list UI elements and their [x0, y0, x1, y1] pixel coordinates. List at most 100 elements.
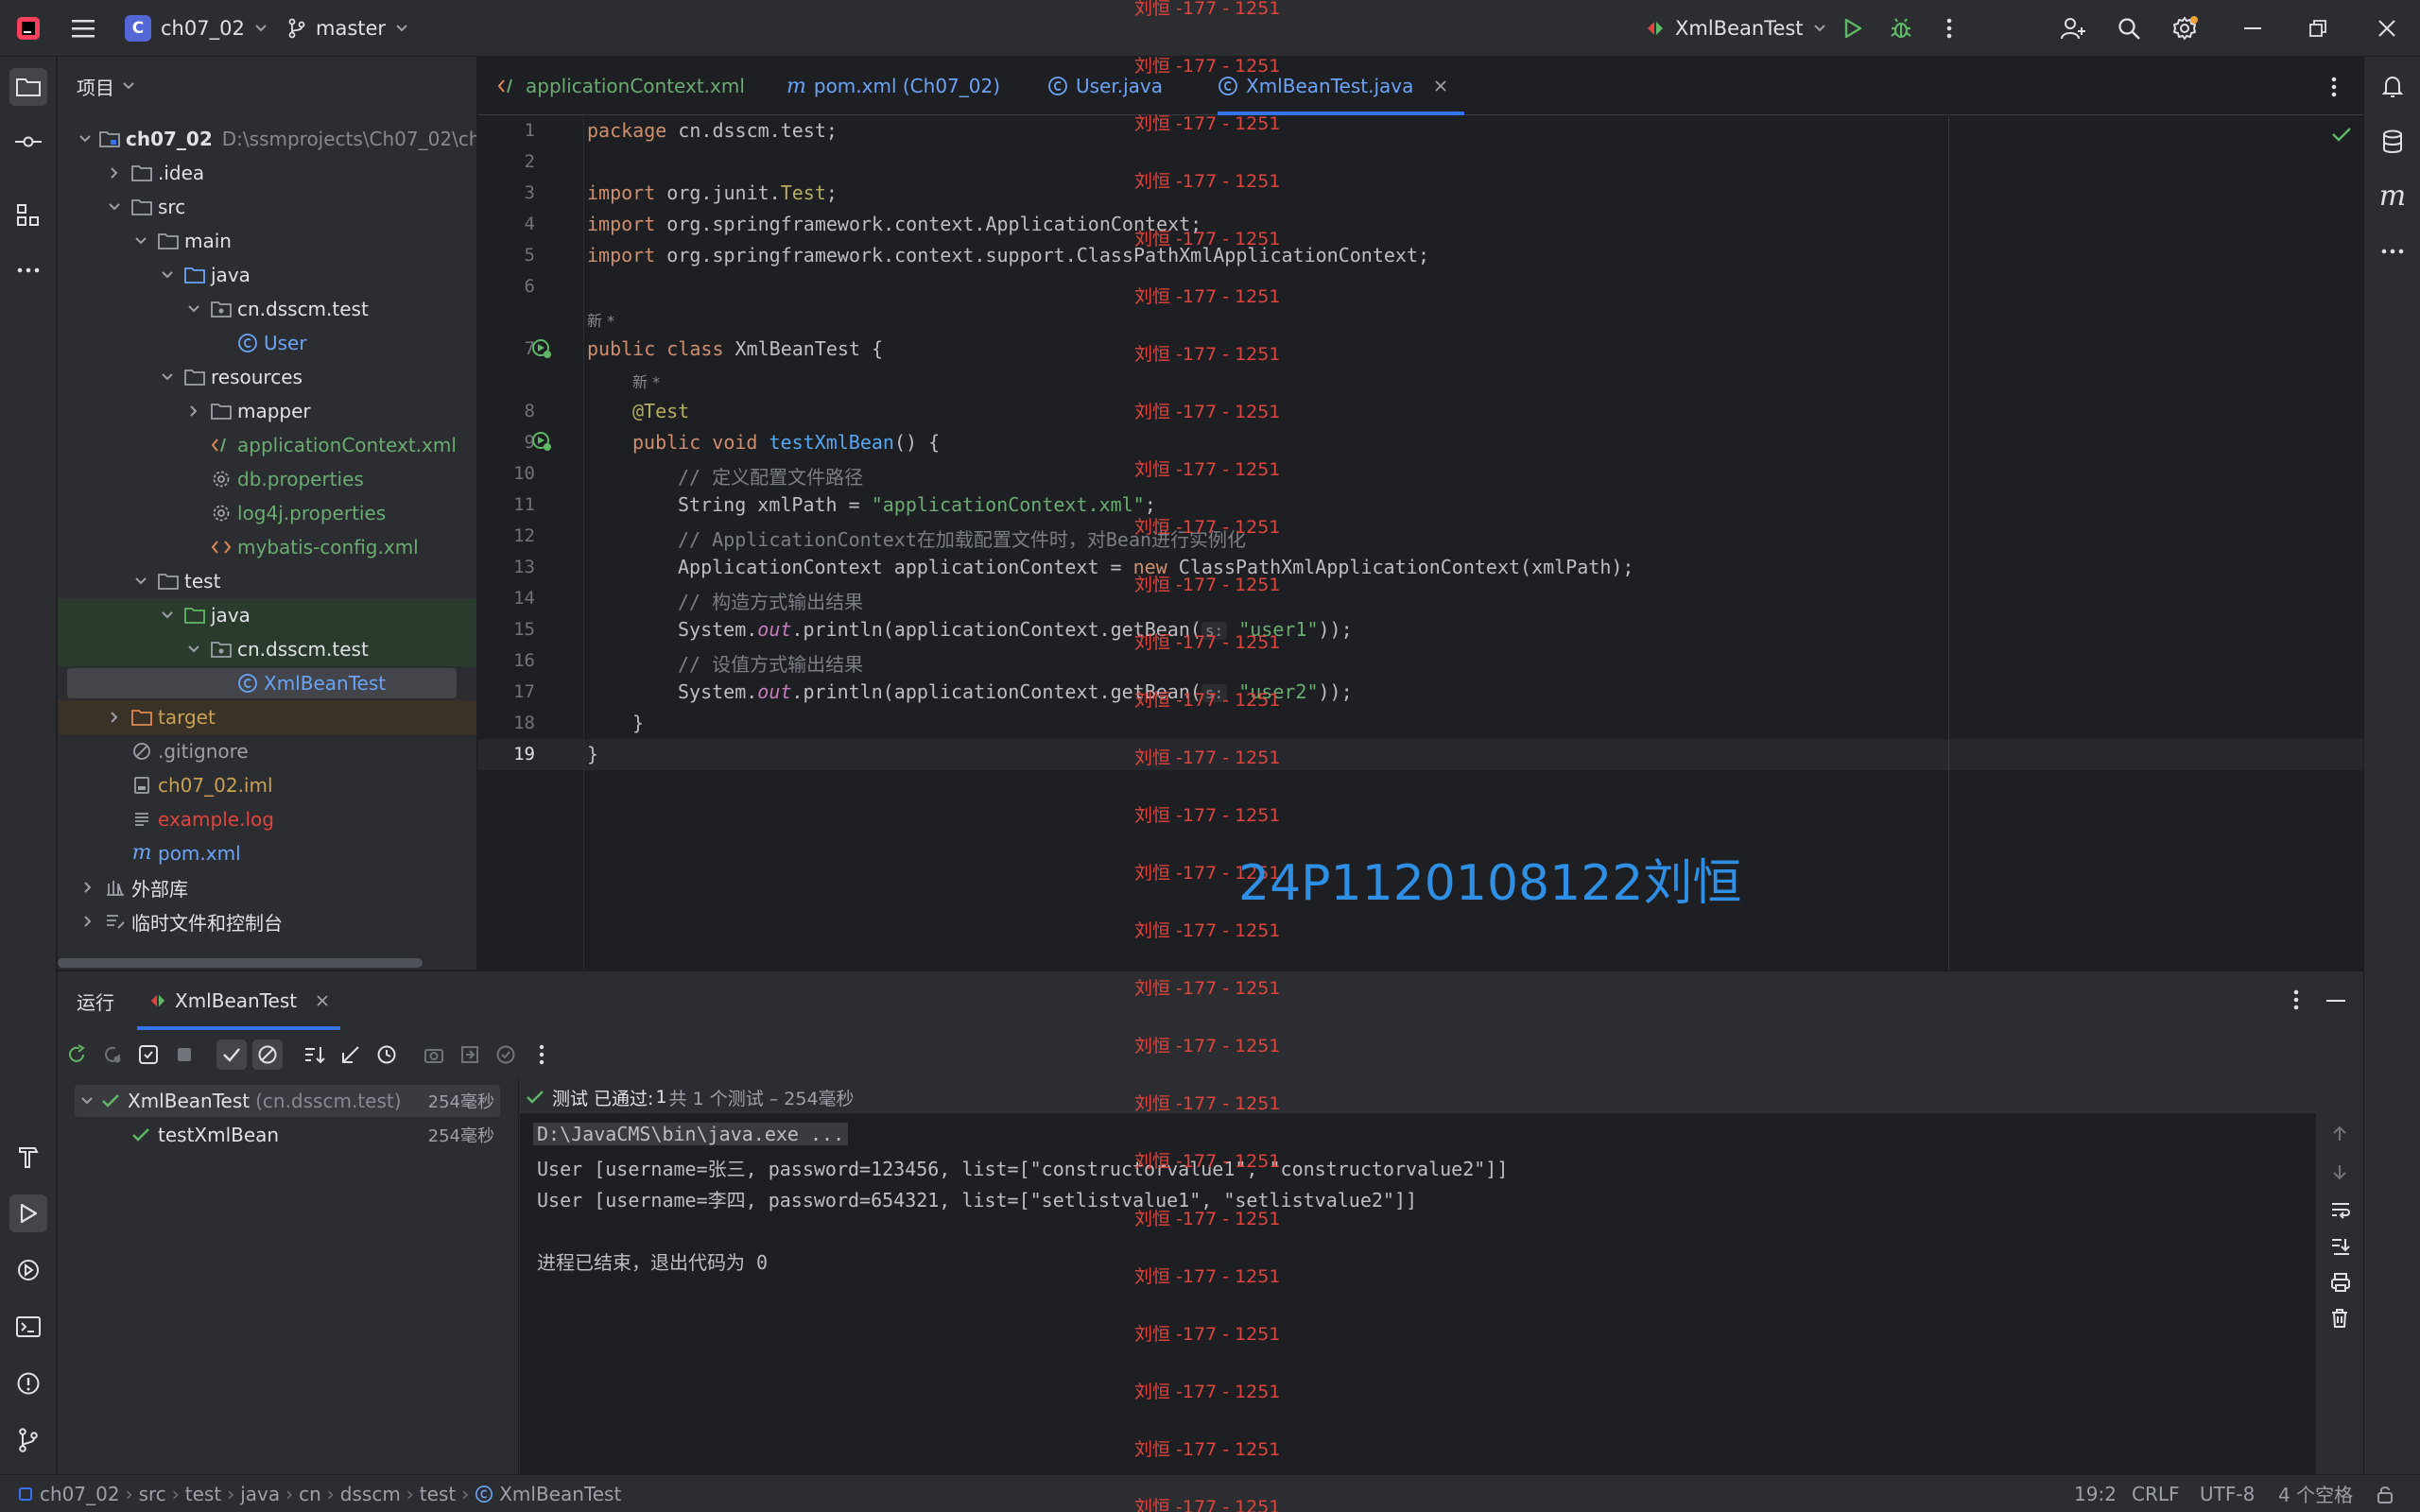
tree-node[interactable]: ch07_02.iml [58, 768, 476, 802]
tree-node[interactable]: 临时文件和控制台 [58, 904, 476, 938]
more-tools-icon[interactable] [9, 251, 47, 289]
database-icon[interactable] [2374, 123, 2411, 161]
breadcrumb-item[interactable]: cn [299, 1483, 321, 1505]
file-encoding[interactable]: UTF-8 [2200, 1483, 2255, 1505]
tree-node[interactable]: db.properties [58, 462, 476, 496]
scroll-to-end-icon[interactable] [2330, 1236, 2351, 1257]
options-icon[interactable] [2293, 988, 2299, 1011]
main-menu-icon[interactable] [66, 11, 100, 45]
tree-node[interactable]: src [58, 190, 476, 224]
breadcrumb-item[interactable]: ch07_02 [40, 1483, 120, 1505]
tab-application-context-xml[interactable]: applicationContext.xml [497, 57, 745, 115]
rerun-icon[interactable] [61, 1040, 92, 1070]
soft-wrap-icon[interactable] [2330, 1200, 2351, 1219]
test-history-icon[interactable] [372, 1040, 402, 1070]
show-ignored-icon[interactable] [252, 1040, 283, 1070]
tree-node[interactable]: example.log [58, 802, 476, 836]
restore-window-icon[interactable] [2301, 11, 2335, 45]
git-icon[interactable] [9, 1421, 47, 1459]
tree-node[interactable]: main [58, 224, 476, 258]
tree-node[interactable]: java [58, 258, 476, 292]
author-hint[interactable]: 新 * [632, 369, 660, 392]
export-results-icon[interactable] [491, 1040, 521, 1070]
chevron-down-icon[interactable] [184, 640, 203, 659]
console-command-line[interactable]: D:\JavaCMS\bin\java.exe ... [533, 1123, 849, 1145]
tab-actions-icon[interactable] [2331, 76, 2337, 98]
tree-node[interactable]: m pom.xml [58, 836, 476, 870]
project-switcher[interactable]: C ch07_02 [125, 0, 268, 57]
sort-icon[interactable] [300, 1040, 330, 1070]
chevron-right-icon[interactable] [105, 163, 124, 182]
project-tool-icon[interactable] [9, 68, 47, 106]
close-window-icon[interactable] [2370, 11, 2404, 45]
show-passed-icon[interactable] [216, 1040, 247, 1070]
tree-node[interactable]: mybatis-config.xml [58, 530, 476, 564]
hide-panel-icon[interactable] [2326, 999, 2345, 1003]
inspection-ok-icon[interactable] [2331, 126, 2352, 143]
chevron-right-icon[interactable] [105, 708, 124, 727]
breadcrumb-item[interactable]: test [420, 1483, 456, 1505]
chevron-down-icon[interactable] [105, 198, 124, 216]
chevron-down-icon[interactable] [184, 300, 203, 318]
project-pane-header[interactable]: 项目 [58, 57, 476, 115]
search-icon[interactable] [2112, 11, 2146, 45]
breadcrumb-item[interactable]: java [240, 1483, 280, 1505]
tree-node[interactable]: .idea [58, 156, 476, 190]
tree-node[interactable]: User [58, 326, 476, 360]
run-icon[interactable] [1836, 11, 1870, 45]
tree-node[interactable]: target [58, 700, 476, 734]
author-hint[interactable]: 新 * [587, 308, 614, 331]
services-icon[interactable] [9, 1251, 47, 1289]
chevron-down-icon[interactable] [158, 266, 177, 284]
chevron-down-icon[interactable] [78, 129, 92, 148]
breadcrumb-item[interactable]: src [139, 1483, 166, 1505]
more-tools-icon[interactable] [2374, 232, 2411, 270]
lock-icon[interactable] [2376, 1485, 2394, 1503]
build-hammer-icon[interactable] [9, 1138, 47, 1176]
breadcrumb-item[interactable]: XmlBeanTest [499, 1483, 621, 1505]
clear-all-trash-icon[interactable] [2330, 1308, 2349, 1329]
import-tests-icon[interactable] [455, 1040, 485, 1070]
minimize-icon[interactable] [2236, 11, 2270, 45]
chevron-right-icon[interactable] [78, 878, 97, 897]
tree-node[interactable]: java [58, 598, 476, 632]
test-node-method[interactable]: testXmlBean 254毫秒 [75, 1119, 500, 1151]
toggle-auto-test-icon[interactable] [133, 1040, 164, 1070]
chevron-down-icon[interactable] [131, 572, 150, 591]
maven-icon[interactable]: m [2374, 178, 2411, 215]
tree-node[interactable]: log4j.properties [58, 496, 476, 530]
close-tab-icon[interactable] [316, 994, 329, 1007]
breadcrumb-item[interactable]: dsscm [340, 1483, 401, 1505]
caret-position[interactable]: 19:2 [2074, 1483, 2117, 1505]
breadcrumb-item[interactable]: test [185, 1483, 221, 1505]
chevron-right-icon[interactable] [184, 402, 203, 421]
tree-node-root[interactable]: ch07_02 D:\ssmprojects\Ch07_02\ch0 [58, 122, 476, 156]
line-separator[interactable]: CRLF [2132, 1483, 2180, 1505]
tab-pom-xml[interactable]: m pom.xml (Ch07_02) [786, 57, 1000, 115]
collapse-all-icon[interactable] [336, 1040, 366, 1070]
tree-node[interactable]: test [58, 564, 476, 598]
code-editor[interactable]: 1 2 3 4 5 6 7 8 9 10 11 12 13 14 15 16 17 18 19 package cn… [478, 116, 2363, 970]
chevron-right-icon[interactable] [78, 912, 97, 931]
branch-switcher[interactable]: master [287, 0, 408, 57]
add-user-icon[interactable] [2056, 11, 2090, 45]
structure-icon[interactable] [9, 197, 47, 234]
test-node-class[interactable]: XmlBeanTest (cn.dsscm.test) 254毫秒 [75, 1085, 500, 1117]
chevron-down-icon[interactable] [158, 368, 177, 387]
close-tab-icon[interactable] [1434, 79, 1447, 93]
tree-node[interactable]: .gitignore [58, 734, 476, 768]
horizontal-scrollbar[interactable] [58, 958, 423, 968]
commit-icon[interactable] [9, 123, 47, 161]
tree-node[interactable]: cn.dsscm.test [58, 292, 476, 326]
chevron-down-icon[interactable] [158, 606, 177, 625]
more-actions-icon[interactable] [1932, 11, 1966, 45]
problems-icon[interactable] [9, 1365, 47, 1402]
indent-setting[interactable]: 4 个空格 [2278, 1480, 2353, 1507]
settings-gear-icon[interactable] [2168, 11, 2202, 45]
debug-icon[interactable] [1884, 11, 1918, 45]
rerun-failed-icon[interactable] [97, 1040, 128, 1070]
chevron-down-icon[interactable] [80, 1096, 94, 1106]
tree-node[interactable]: 外部库 [58, 870, 476, 904]
run-tab[interactable]: XmlBeanTest [137, 971, 341, 1030]
scroll-down-icon[interactable] [2330, 1162, 2349, 1181]
